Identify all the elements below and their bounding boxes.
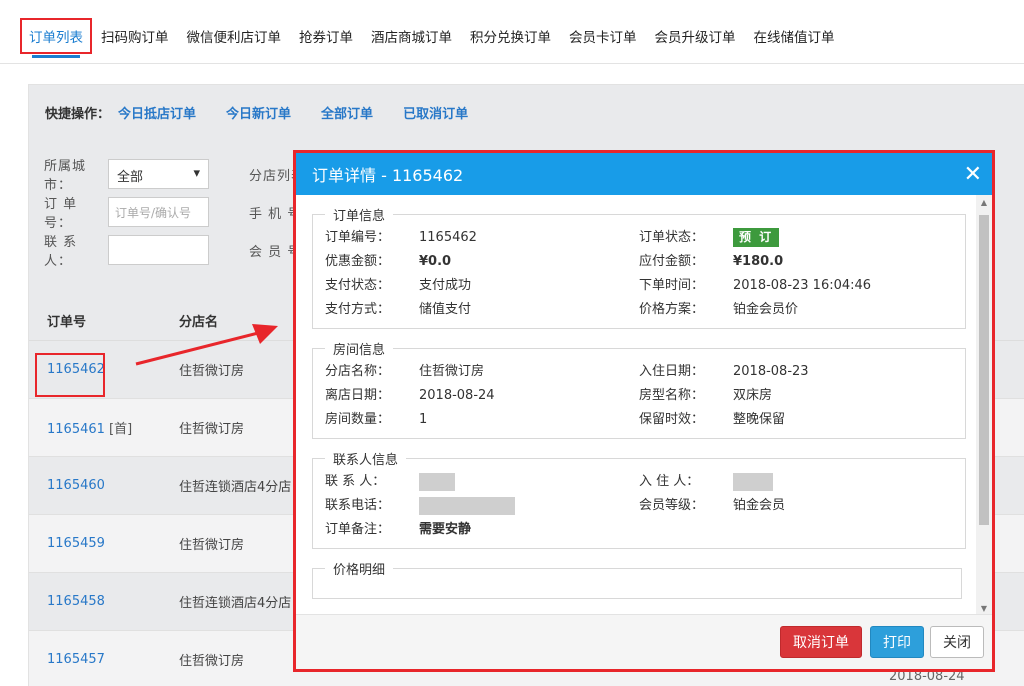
quick-all-orders[interactable]: 全部订单 xyxy=(321,103,373,122)
guest-redacted xyxy=(733,472,773,491)
city-select-value: 全部 xyxy=(117,170,144,185)
contact-input[interactable] xyxy=(108,235,209,265)
tab-order-list[interactable]: 订单列表 xyxy=(20,18,92,58)
quick-today-new[interactable]: 今日新订单 xyxy=(226,103,291,122)
price-plan-value: 铂金会员价 xyxy=(733,302,799,317)
contact-redacted xyxy=(419,472,455,491)
pay-status-label: 支付状态： xyxy=(325,278,391,293)
room-info-legend: 房间信息 xyxy=(333,343,386,358)
close-button[interactable]: 关闭 xyxy=(930,626,984,658)
tab-coupon-orders[interactable]: 抢券订单 xyxy=(290,18,362,54)
contact-label: 联 系 人： xyxy=(44,235,78,269)
order-info-legend: 订单信息 xyxy=(333,209,386,224)
city-label: 所属城市： xyxy=(44,159,87,193)
print-button[interactable]: 打印 xyxy=(870,626,924,658)
hold-label: 保留时效： xyxy=(639,412,705,427)
tab-online-recharge-orders[interactable]: 在线储值订单 xyxy=(745,18,844,54)
order-no-label: 订单编号： xyxy=(325,230,391,245)
phone-redacted xyxy=(419,496,515,515)
member-level-label: 会员等级： xyxy=(639,498,705,513)
order-status-label: 订单状态： xyxy=(639,230,705,245)
tab-list: 订单列表 扫码购订单 微信便利店订单 抢券订单 酒店商城订单 积分兑换订单 会员… xyxy=(20,18,844,58)
room-type-label: 房型名称： xyxy=(639,388,705,403)
order-no-label: 订 单 号： xyxy=(44,197,78,231)
order-link[interactable]: 1165458 xyxy=(47,594,105,609)
branch-cell: 住哲微订房 xyxy=(179,538,245,553)
room-count-value: 1 xyxy=(419,412,428,427)
filter-form: 所属城市： 全部 ▾ 分店列表 订 单 号： 订单号/确认号 手 机 号 联 系… xyxy=(44,155,314,269)
order-no-input[interactable]: 订单号/确认号 xyxy=(108,197,209,227)
modal-scrollbar[interactable]: ▲ ▼ xyxy=(976,195,992,617)
tab-member-card-orders[interactable]: 会员卡订单 xyxy=(560,18,646,54)
chevron-down-icon: ▾ xyxy=(193,166,200,181)
price-detail-section: 价格明细 xyxy=(312,559,962,599)
pay-method-label: 支付方式： xyxy=(325,302,391,317)
price-plan-label: 价格方案： xyxy=(639,302,705,317)
guest-label: 入 住 人： xyxy=(639,474,700,489)
branch-cell: 住哲微订房 xyxy=(179,654,245,669)
checkin-label: 入住日期： xyxy=(639,364,705,379)
scroll-up-icon[interactable]: ▲ xyxy=(976,195,992,211)
member-level-value: 铂金会员 xyxy=(733,498,786,513)
branch-cell: 住哲连锁酒店4分店 xyxy=(179,596,292,611)
remark-value: 需要安静 xyxy=(419,522,472,537)
contact-info-legend: 联系人信息 xyxy=(333,453,399,468)
order-no-value: 1165462 xyxy=(419,230,477,245)
branch-name-label: 分店名称： xyxy=(325,364,391,379)
room-count-label: 房间数量： xyxy=(325,412,391,427)
checkout-value: 2018-08-24 xyxy=(419,388,495,403)
room-info-section: 房间信息 分店名称： 住哲微订房 入住日期： 2018-08-23 离店日期： … xyxy=(312,339,966,439)
tab-hotel-mall-orders[interactable]: 酒店商城订单 xyxy=(362,18,461,54)
tab-scan-orders[interactable]: 扫码购订单 xyxy=(92,18,178,54)
pay-method-value: 储值支付 xyxy=(419,302,472,317)
contact-label: 联 系 人： xyxy=(325,474,386,489)
order-link[interactable]: 1165460 xyxy=(47,478,105,493)
quick-actions-label: 快捷操作： xyxy=(45,107,111,122)
order-link[interactable]: 1165457 xyxy=(47,652,105,667)
modal-footer: 取消订单 打印 关闭 xyxy=(296,614,992,669)
quick-cancelled-orders[interactable]: 已取消订单 xyxy=(403,103,468,122)
order-info-section: 订单信息 订单编号： 1165462 订单状态： 预 订 优惠金额： ¥0.0 … xyxy=(312,205,966,329)
pay-status-value: 支付成功 xyxy=(419,278,472,293)
top-tab-bar: 订单列表 扫码购订单 微信便利店订单 抢券订单 酒店商城订单 积分兑换订单 会员… xyxy=(0,0,1024,64)
cancel-order-button[interactable]: 取消订单 xyxy=(780,626,862,658)
tab-wechat-store-orders[interactable]: 微信便利店订单 xyxy=(178,18,291,54)
first-order-tag: [首] xyxy=(109,422,133,437)
annotation-arrow-icon xyxy=(135,324,278,366)
modal-title: 订单详情 - 1165462 xyxy=(312,166,464,185)
branch-name-value: 住哲微订房 xyxy=(419,364,485,379)
hold-value: 整晚保留 xyxy=(733,412,786,427)
discount-value: ¥0.0 xyxy=(419,254,452,269)
order-time-value: 2018-08-23 16:04:46 xyxy=(733,278,872,293)
payable-value: ¥180.0 xyxy=(733,254,784,269)
order-detail-modal: 订单详情 - 1165462 ✕ 订单信息 订单编号： 1165462 订单状态… xyxy=(293,150,995,672)
quick-today-arrival[interactable]: 今日抵店订单 xyxy=(118,103,196,122)
order-link[interactable]: 1165461 xyxy=(47,422,105,437)
payable-label: 应付金额： xyxy=(639,254,705,269)
room-type-value: 双床房 xyxy=(733,388,773,403)
discount-label: 优惠金额： xyxy=(325,254,391,269)
checkin-value: 2018-08-23 xyxy=(733,364,809,379)
modal-header: 订单详情 - 1165462 ✕ xyxy=(296,153,992,195)
tab-member-upgrade-orders[interactable]: 会员升级订单 xyxy=(646,18,745,54)
branch-cell: 住哲微订房 xyxy=(179,422,245,437)
branch-cell: 住哲连锁酒店4分店 xyxy=(179,480,292,495)
contact-info-section: 联系人信息 联 系 人： 入 住 人： 联系电话： 会员等级： 铂金会员 订单备… xyxy=(312,449,966,549)
phone-label: 联系电话： xyxy=(325,498,391,513)
close-icon[interactable]: ✕ xyxy=(964,162,982,187)
city-select[interactable]: 全部 ▾ xyxy=(108,159,209,189)
order-time-label: 下单时间： xyxy=(639,278,705,293)
remark-label: 订单备注： xyxy=(325,522,391,537)
scroll-thumb[interactable] xyxy=(979,215,989,525)
status-badge: 预 订 xyxy=(733,228,780,247)
highlight-box xyxy=(35,353,105,397)
price-detail-legend: 价格明细 xyxy=(333,563,386,578)
tab-points-orders[interactable]: 积分兑换订单 xyxy=(461,18,560,54)
quick-actions: 快捷操作： 今日抵店订单 今日新订单 全部订单 已取消订单 xyxy=(45,103,468,122)
order-link[interactable]: 1165459 xyxy=(47,536,105,551)
checkout-label: 离店日期： xyxy=(325,388,391,403)
modal-body: 订单信息 订单编号： 1165462 订单状态： 预 订 优惠金额： ¥0.0 … xyxy=(296,195,976,617)
